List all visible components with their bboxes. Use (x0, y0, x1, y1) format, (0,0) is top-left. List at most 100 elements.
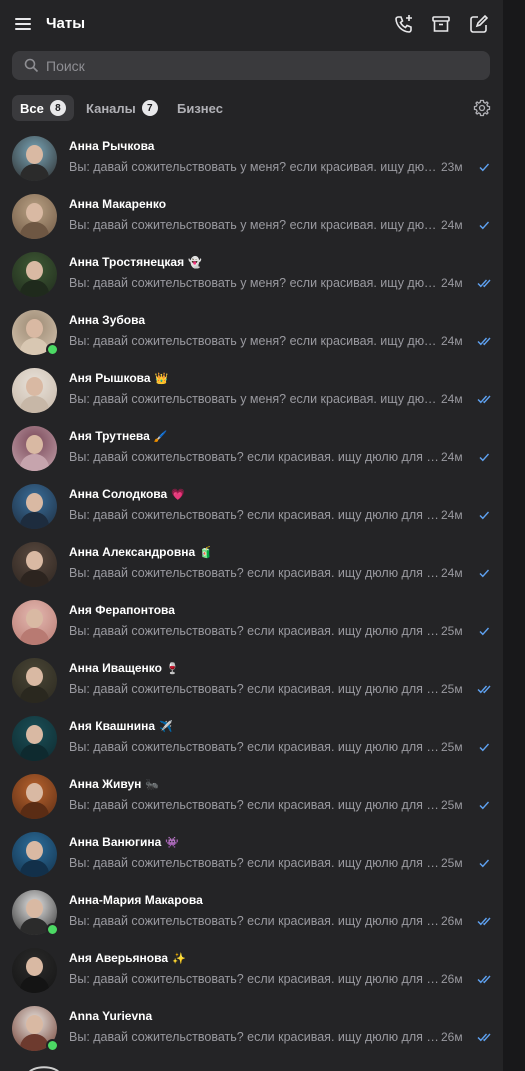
search-bar[interactable] (12, 51, 490, 80)
chat-row[interactable]: Anna Yurievna Вы: давай сожительствовать?… (0, 997, 503, 1055)
chat-name-text: Анна-Мария Макарова (69, 893, 203, 907)
avatar-face (26, 493, 43, 512)
single-check-icon (479, 569, 490, 578)
chat-name-text: Анна Тростянецкая (69, 255, 185, 269)
chat-row[interactable]: Аня Квашнина ✈️ Вы: давай сожительствовать… (0, 707, 503, 765)
message-time: 25м (441, 798, 463, 812)
chat-row[interactable]: Анна Ванюгина 👾 Вы: давай сожительствовать… (0, 823, 503, 881)
last-message: Вы: давай сожительствовать? если красива… (69, 856, 439, 870)
avatar-face (26, 319, 43, 338)
avatar (12, 716, 57, 761)
status-emoji: 👾 (165, 837, 180, 849)
chat-name: Анна Тростянецкая 👻 (69, 255, 202, 269)
last-message: Вы: давай сожительствовать? если красива… (69, 1030, 439, 1044)
last-message: Вы: давай сожительствовать? если красива… (69, 624, 439, 638)
chat-name-text: Анна Александровна (69, 545, 196, 559)
chat-name-text: Анна Солодкова (69, 487, 168, 501)
compose-icon[interactable] (468, 13, 490, 35)
message-time: 26м (441, 914, 463, 928)
chat-row[interactable]: Анна Зубова Вы: давай сожительствовать у … (0, 301, 503, 359)
tab-all[interactable]: Все 8 (12, 95, 74, 121)
chat-name: Анна-Мария Макарова (69, 893, 203, 907)
status-emoji: 💗 (171, 489, 185, 501)
status-emoji: 👑 (154, 373, 169, 385)
chat-name-text: Анна Живун (69, 777, 142, 791)
chat-row[interactable]: Аня Трутнева 🖌️ Вы: давай сожительствовать… (0, 417, 503, 475)
avatar-face (26, 841, 43, 860)
search-input[interactable] (46, 51, 476, 80)
chat-row[interactable]: Анна Живун 🐜 Вы: давай сожительствовать? е… (0, 765, 503, 823)
chat-list: Анна Рычкова Вы: давай сожительствовать у… (0, 127, 503, 1055)
chat-row[interactable]: Анна Солодкова 💗 Вы: давай сожительствоват… (0, 475, 503, 533)
double-check-icon (477, 975, 491, 984)
double-check-icon (477, 395, 491, 404)
single-check-icon (479, 511, 490, 520)
folder-tabs: Все 8 Каналы 7 Бизнес (12, 95, 492, 121)
last-message: Вы: давай сожительствовать? если красива… (69, 508, 439, 522)
chat-name-text: Аня Ферапонтова (69, 603, 175, 617)
avatar-image (12, 658, 57, 703)
message-time: 26м (441, 972, 463, 986)
avatar (12, 194, 57, 239)
last-message: Вы: давай сожительствовать? если красива… (69, 740, 439, 754)
double-check-icon (477, 685, 491, 694)
chat-row[interactable]: Анна Тростянецкая 👻 Вы: давай сожительство… (0, 243, 503, 301)
chat-name-text: Анна Макаренко (69, 197, 167, 211)
chat-name: Аня Трутнева 🖌️ (69, 429, 168, 443)
avatar (12, 948, 57, 993)
avatar-image (12, 716, 57, 761)
double-check-icon (477, 1033, 491, 1042)
chat-name: Анна Живун 🐜 (69, 777, 159, 791)
message-time: 24м (441, 508, 463, 522)
avatar (12, 136, 57, 181)
avatar-image (12, 368, 57, 413)
avatar-face (26, 145, 43, 164)
single-check-icon (479, 163, 490, 172)
avatar-body (20, 860, 49, 877)
avatar (12, 890, 59, 936)
last-message: Вы: давай сожительствовать у меня? если … (69, 160, 439, 174)
chat-name: Anna Yurievna (69, 1009, 152, 1023)
scrollbar-track[interactable] (503, 0, 525, 1071)
last-message: Вы: давай сожительствовать? если красива… (69, 914, 439, 928)
chat-row[interactable]: Аня Аверьянова ✨ Вы: давай сожительствоват… (0, 939, 503, 997)
last-message: Вы: давай сожительствовать? если красива… (69, 798, 439, 812)
avatar-face (26, 725, 43, 744)
avatar-face (26, 1015, 43, 1034)
new-call-icon[interactable] (393, 13, 415, 35)
chat-row[interactable]: Анна Рычкова Вы: давай сожительствовать у… (0, 127, 503, 185)
avatar (12, 368, 57, 413)
chat-row[interactable]: Анна-Мария Макарова Вы: давай сожительств… (0, 881, 503, 939)
avatar-image (12, 194, 57, 239)
chat-row[interactable]: Аня Ферапонтова Вы: давай сожительствоват… (0, 591, 503, 649)
hamburger-menu-icon[interactable] (14, 15, 32, 33)
avatar (12, 252, 57, 297)
chat-name-text: Анна Иващенко (69, 661, 162, 675)
avatar-face (26, 899, 43, 918)
last-message: Вы: давай сожительствовать у меня? если … (69, 392, 439, 406)
avatar-body (20, 976, 49, 993)
tab-business[interactable]: Бизнес (169, 95, 231, 121)
chat-name-text: Анна Зубова (69, 313, 145, 327)
avatar-body (20, 222, 49, 239)
chat-row[interactable]: Анна Иващенко 🍷 Вы: давай сожительствовать… (0, 649, 503, 707)
chat-name: Анна Зубова (69, 313, 145, 327)
chat-name-text: Аня Рышкова (69, 371, 151, 385)
chat-name-text: Anna Yurievna (69, 1009, 153, 1023)
tab-count-badge: 7 (141, 100, 158, 116)
search-icon (24, 58, 39, 73)
tab-label: Бизнес (177, 100, 223, 116)
chat-name-text: Анна Рычкова (69, 139, 155, 153)
chat-name: Анна Ванюгина 👾 (69, 835, 179, 849)
avatar-image (12, 600, 57, 645)
avatar-image (12, 426, 57, 471)
gear-icon[interactable] (473, 99, 491, 117)
tab-channels[interactable]: Каналы 7 (78, 95, 166, 121)
chat-name: Анна Макаренко (69, 197, 166, 211)
archive-icon[interactable] (430, 13, 452, 35)
chat-row[interactable]: Анна Александровна 🧃 Вы: давай сожительств… (0, 533, 503, 591)
chat-list-panel: Чаты Все 8 Каналы 7 Биз (0, 0, 503, 1071)
avatar-face (26, 377, 43, 396)
chat-row[interactable]: Анна Макаренко Вы: давай сожительствовать… (0, 185, 503, 243)
chat-row[interactable]: Аня Рышкова 👑 Вы: давай сожительствовать у… (0, 359, 503, 417)
